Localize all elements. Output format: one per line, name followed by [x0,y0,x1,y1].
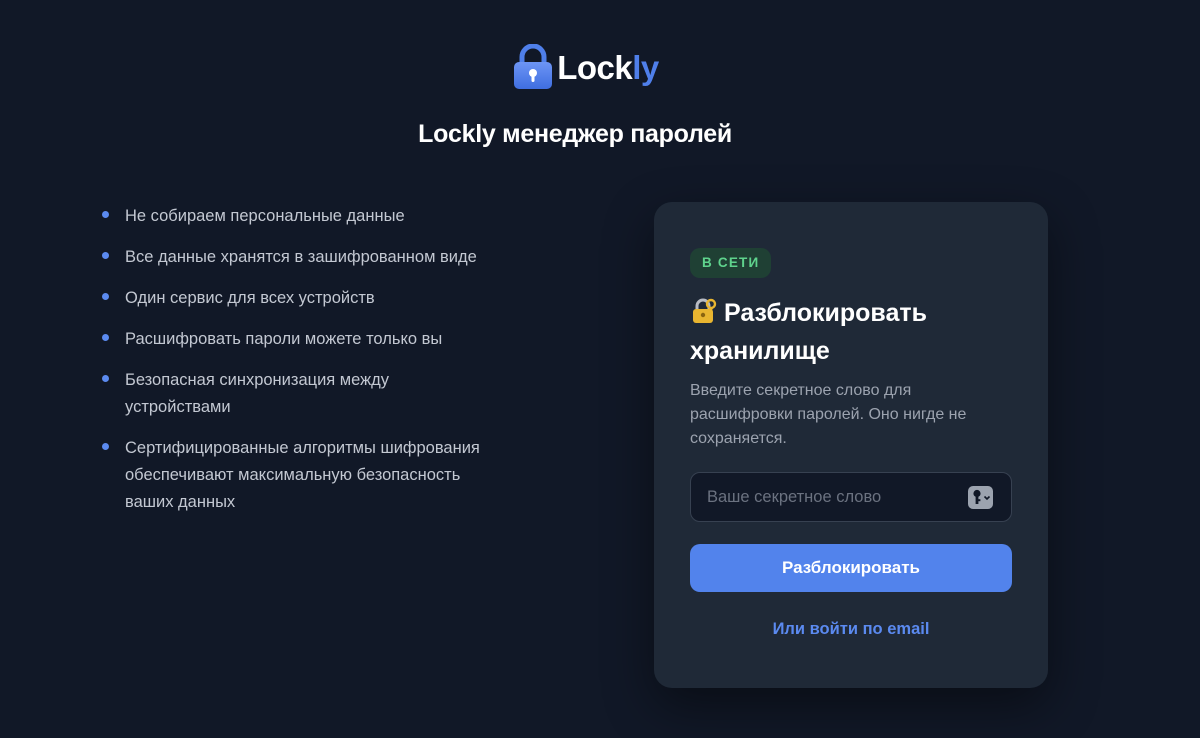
feature-item: Все данные хранятся в зашифрованном виде [100,244,500,271]
logo-text: Lockly [557,48,659,86]
status-badge: В СЕТИ [690,248,772,278]
login-page: Lockly Lockly менеджер паролей Не собира… [0,0,1200,738]
unlock-button[interactable]: Разблокировать [690,544,1012,592]
feature-list: Не собираем персональные данные Все данн… [100,203,500,530]
feature-item: Один сервис для всех устройств [100,285,500,312]
locked-with-key-icon [693,298,717,323]
bullet-icon [102,211,109,218]
page-title: Lockly менеджер паролей [418,120,732,148]
email-login-link[interactable]: Или войти по email [654,620,1048,639]
card-title: Разблокировать хранилище [690,298,927,365]
feature-item: Безопасная синхронизация между устройств… [100,367,430,421]
bullet-icon [102,293,109,300]
feature-item: Не собираем персональные данные [100,203,500,230]
key-icon[interactable] [968,486,993,509]
feature-item: Расшифровать пароли можете только вы [100,326,500,353]
unlock-card: В СЕТИ Разблокировать хранилище Введите … [654,202,1048,688]
bullet-icon [102,375,109,382]
bullet-icon [102,443,109,450]
feature-item: Сертифицированные алгоритмы шифрования о… [100,435,490,516]
card-description: Введите секретное слово для расшифровки … [690,382,967,447]
logo: Lockly [0,44,1200,90]
padlock-icon [514,44,553,89]
secret-word-input[interactable] [691,473,961,521]
secret-word-field [690,472,1012,522]
bullet-icon [102,334,109,341]
bullet-icon [102,252,109,259]
